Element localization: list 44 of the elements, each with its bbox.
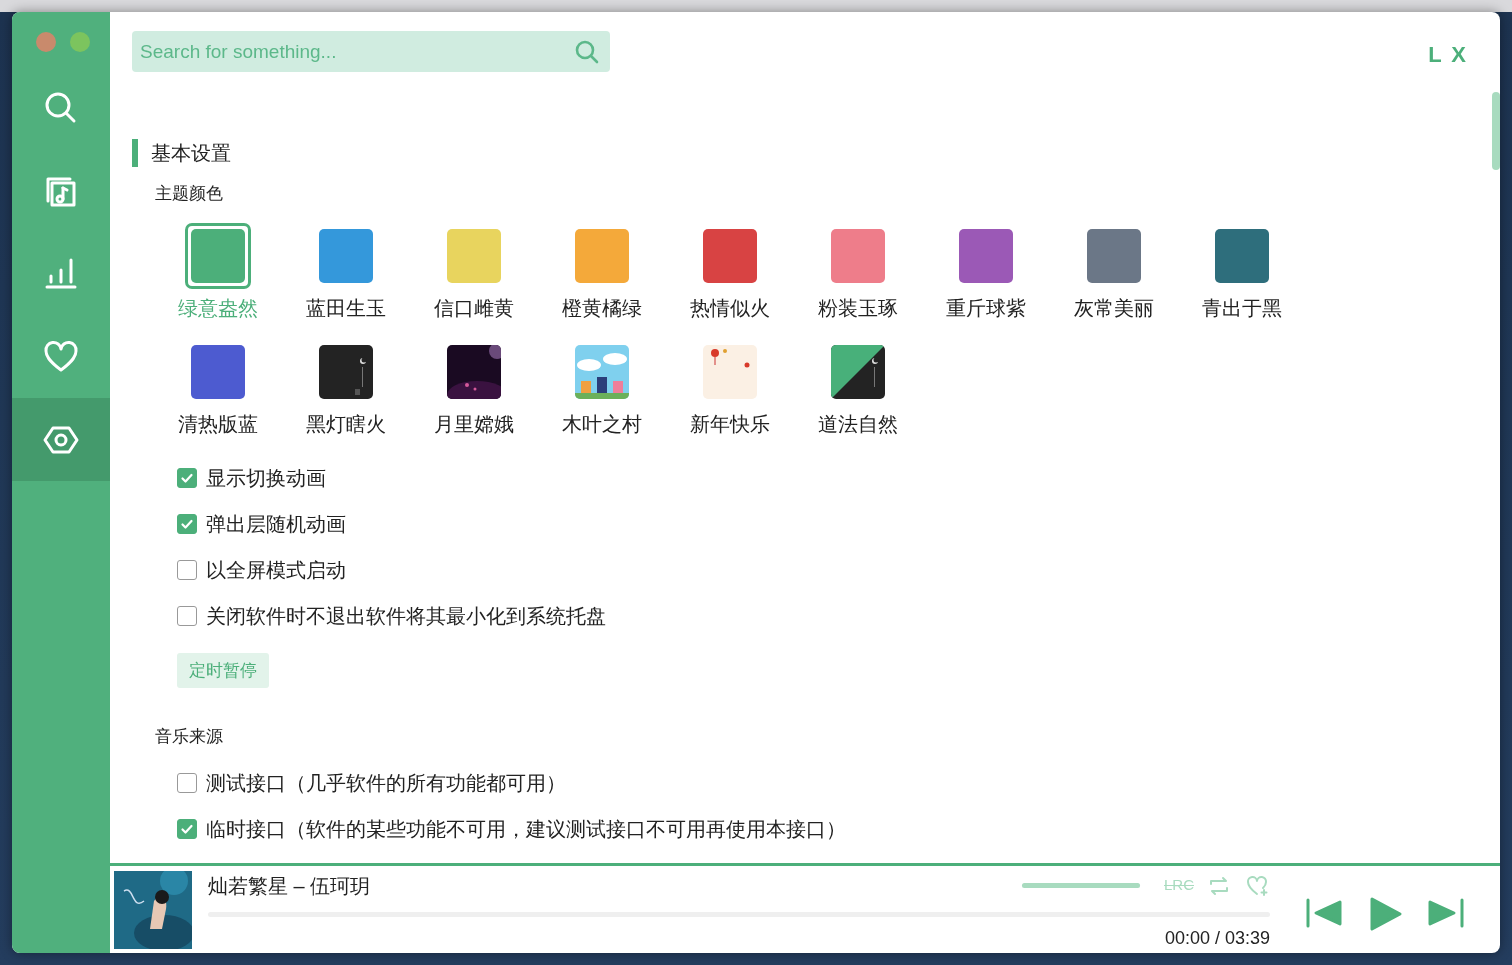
option-label: 测试接口（几乎软件的所有功能都可用） bbox=[206, 770, 566, 796]
option-label: 显示切换动画 bbox=[206, 465, 326, 491]
theme-option[interactable]: 重斤球紫 bbox=[922, 222, 1050, 323]
theme-option[interactable]: 木叶之村 bbox=[538, 338, 666, 439]
theme-option[interactable]: 青出于黑 bbox=[1178, 222, 1306, 323]
checkbox[interactable] bbox=[177, 818, 197, 839]
option-label: 关闭软件时不退出软件将其最小化到系统托盘 bbox=[206, 603, 606, 629]
theme-option[interactable]: 新年快乐 bbox=[666, 338, 794, 439]
song-title: 灿若繁星 – 伍珂玥 bbox=[208, 873, 371, 899]
option-label: 临时接口（软件的某些功能不可用，建议测试接口不可用再使用本接口） bbox=[206, 816, 846, 842]
like-button[interactable] bbox=[1246, 874, 1270, 897]
section-marker bbox=[132, 139, 138, 167]
option-label: 以全屏模式启动 bbox=[206, 557, 346, 583]
checkbox[interactable] bbox=[177, 513, 197, 534]
theme-option[interactable]: 道法自然 bbox=[794, 338, 922, 439]
theme-option[interactable]: 粉装玉琢 bbox=[794, 222, 922, 323]
time-display: 00:00 / 03:39 bbox=[1164, 926, 1270, 950]
subsection-title: 音乐来源 bbox=[155, 726, 224, 748]
theme-option[interactable]: 月里嫦娥 bbox=[410, 338, 538, 439]
theme-option[interactable]: 清热版蓝 bbox=[154, 338, 282, 439]
theme-option[interactable]: 热情似火 bbox=[666, 222, 794, 323]
repeat-button[interactable] bbox=[1208, 874, 1230, 897]
subsection-title: 主题颜色 bbox=[155, 183, 224, 205]
window-control-dot[interactable] bbox=[70, 32, 90, 52]
theme-option[interactable]: 信口雌黄 bbox=[410, 222, 538, 323]
option-label: 弹出层随机动画 bbox=[206, 511, 346, 537]
theme-option[interactable]: 灰常美丽 bbox=[1050, 222, 1178, 323]
volume-slider[interactable] bbox=[1022, 883, 1140, 888]
search-field[interactable]: Search for something... bbox=[132, 31, 610, 72]
section-title: 基本设置 bbox=[151, 141, 231, 166]
header-text: L X bbox=[1428, 41, 1468, 69]
theme-option[interactable]: 蓝田生玉 bbox=[282, 222, 410, 323]
heart-plus-icon bbox=[1246, 874, 1270, 897]
repeat-icon bbox=[1208, 874, 1230, 897]
theme-option[interactable]: 黑灯瞎火 bbox=[282, 338, 410, 439]
checkbox[interactable] bbox=[177, 467, 197, 488]
theme-option[interactable]: 橙黄橘绿 bbox=[538, 222, 666, 323]
sidebar-nav-button[interactable] bbox=[12, 398, 110, 481]
scrollbar-thumb[interactable] bbox=[1492, 92, 1500, 170]
checkbox[interactable] bbox=[177, 559, 197, 580]
window-control-dot[interactable] bbox=[36, 32, 56, 52]
search-icon[interactable] bbox=[574, 39, 600, 65]
checkbox[interactable] bbox=[177, 772, 197, 793]
checkbox[interactable] bbox=[177, 605, 197, 626]
